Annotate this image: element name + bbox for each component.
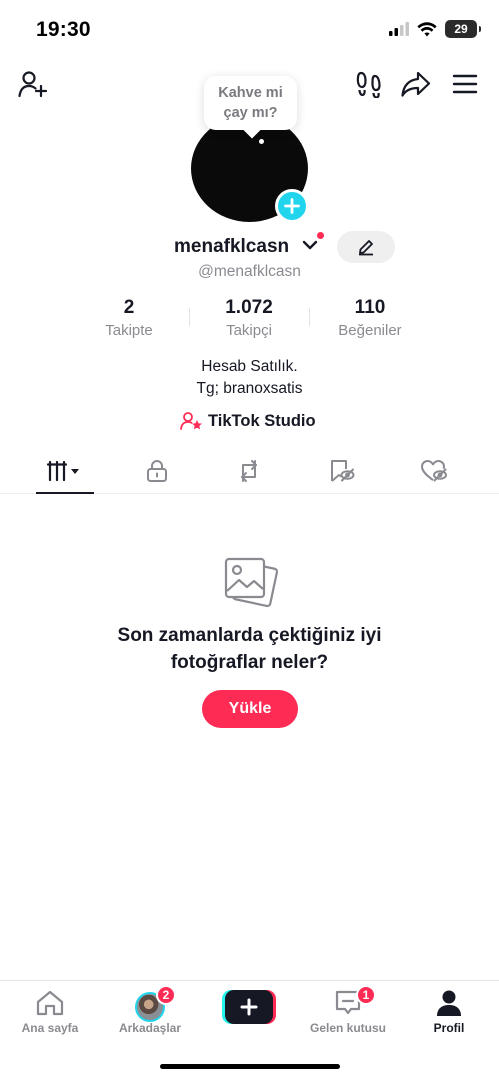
add-friend-icon [18,71,48,98]
bubble-tail-dot [259,139,264,144]
edit-profile-button[interactable] [337,231,395,263]
profile-views-button[interactable] [351,66,387,102]
photos-icon [224,557,278,608]
followers-count: 1.072 [225,297,273,318]
signal-icon [389,22,409,36]
following-count: 2 [123,297,135,318]
saved-icon [331,460,355,482]
bio-line: Hesab Satılık. [201,358,298,375]
content-tabs [0,448,499,494]
plus-icon [284,198,300,214]
plus-icon [240,998,258,1016]
create-plus-icon [225,990,273,1024]
status-bar: 19:30 29 [0,0,499,60]
nav-friends[interactable]: 2 Arkadaşlar [105,985,195,1039]
tab-active-indicator [36,492,94,494]
grid-icon [46,460,79,482]
battery-icon: 29 [445,20,481,38]
bio: Hesab Satılık. Tg; branoxsatis [0,356,499,400]
home-icon [36,990,64,1016]
stats-row: 2 Takipte 1.072 Takipçi 110 Beğeniler [0,296,499,342]
nav-inbox[interactable]: 1 Gelen kutusu [303,985,393,1039]
pencil-icon [359,240,373,256]
tab-private[interactable] [127,448,187,494]
following-label: Takipte [105,322,153,339]
nav-inbox-label: Gelen kutusu [309,1021,386,1035]
nav-profile-label: Profil [433,1021,465,1035]
friends-badge: 2 [156,985,176,1005]
empty-title-line: Son zamanlarda çektiğiniz iyi [117,625,382,646]
user-handle: @menafklcasn [198,263,301,280]
tab-videos[interactable] [35,448,95,494]
share-profile-button[interactable] [398,66,434,102]
share-icon [401,71,431,97]
footprints-icon [356,71,381,98]
username: menafklcasn [174,236,290,257]
menu-button[interactable] [447,66,483,102]
studio-label: TikTok Studio [208,411,316,430]
stat-followers[interactable]: 1.072 Takipçi [204,296,294,342]
tab-reposts[interactable] [219,448,279,494]
nav-home[interactable]: Ana sayfa [5,985,95,1039]
nav-profile[interactable]: Profil [404,985,494,1039]
status-icons: 29 [389,20,481,38]
menu-icon [452,74,478,94]
nav-friends-label: Arkadaşlar [118,1021,182,1035]
inbox-badge: 1 [356,985,376,1005]
add-friend-button[interactable] [15,66,51,102]
status-time: 19:30 [36,18,91,41]
bio-line: Tg; branoxsatis [196,380,303,397]
home-indicator [160,1064,340,1069]
tab-saved[interactable] [312,448,372,494]
upload-button[interactable]: Yükle [202,690,298,728]
followers-label: Takipçi [226,322,272,339]
repost-icon [241,460,257,482]
lock-icon [147,460,167,482]
likes-count: 110 [354,297,386,318]
stat-divider [309,308,310,326]
battery-level: 29 [454,22,468,36]
tiktok-studio-link[interactable]: TikTok Studio [180,408,316,434]
wifi-icon [417,21,437,36]
nav-home-label: Ana sayfa [21,1021,79,1035]
chevron-down-icon[interactable] [302,239,318,251]
studio-icon [180,412,202,430]
bubble-text-line2: çay mı? [223,105,278,121]
liked-icon [421,460,447,482]
create-button[interactable] [222,990,276,1024]
stat-following[interactable]: 2 Takipte [88,296,170,342]
status-bubble[interactable]: Kahve mi çay mı? [204,76,297,130]
stat-divider [189,308,190,326]
add-avatar-button[interactable] [275,189,309,223]
tab-liked[interactable] [404,448,464,494]
notification-dot [317,232,324,239]
empty-title-line: fotoğraflar neler? [170,652,329,673]
profile-icon [437,990,461,1016]
likes-label: Beğeniler [338,322,402,339]
stat-likes[interactable]: 110 Beğeniler [325,296,415,342]
bubble-text-line1: Kahve mi [218,85,283,101]
empty-state-title: Son zamanlarda çektiğiniz iyi fotoğrafla… [0,622,499,676]
name-row: menafklcasn [0,230,499,264]
